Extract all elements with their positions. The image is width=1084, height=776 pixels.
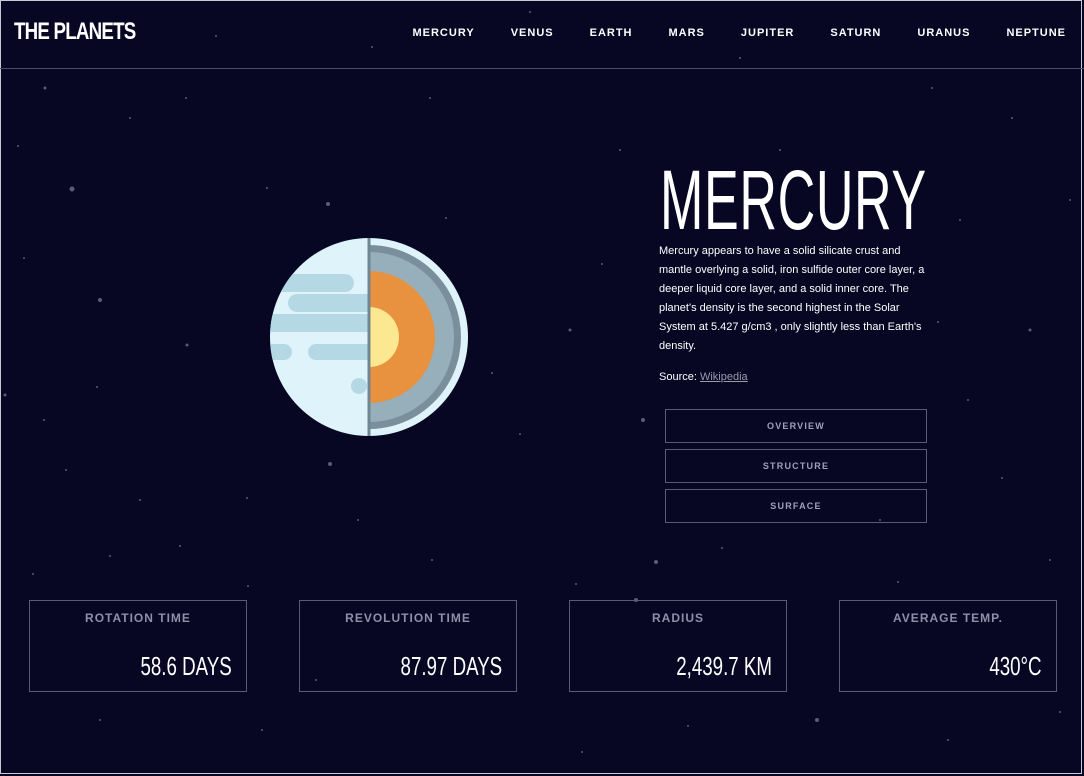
site-logo[interactable]: THE PLANETS (14, 18, 136, 46)
stat-value: 2,439.7 KM (676, 651, 772, 681)
stat-value: 430°C (989, 651, 1042, 681)
stat-value: 87.97 DAYS (400, 651, 502, 681)
wikipedia-link[interactable]: Wikipedia (700, 371, 748, 383)
tab-surface[interactable]: SURFACE (665, 489, 927, 523)
nav-item-saturn[interactable]: SATURN (830, 27, 881, 39)
site-header: THE PLANETS MERCURY VENUS EARTH MARS JUP… (0, 0, 1084, 69)
nav-item-jupiter[interactable]: JUPITER (741, 27, 794, 39)
stat-label: REVOLUTION TIME (345, 611, 471, 625)
stat-value: 58.6 DAYS (140, 651, 232, 681)
planet-description: Mercury appears to have a solid silicate… (659, 245, 925, 352)
nav-item-venus[interactable]: VENUS (511, 27, 554, 39)
source-label: Source: (659, 371, 697, 383)
stat-label: ROTATION TIME (85, 611, 191, 625)
tab-overview[interactable]: OVERVIEW (665, 409, 927, 443)
stat-card-radius: RADIUS 2,439.7 KM (569, 600, 787, 692)
stat-card-revolution: REVOLUTION TIME 87.97 DAYS (299, 600, 517, 692)
nav-item-mercury[interactable]: MERCURY (412, 27, 474, 39)
planet-title: MERCURY (660, 153, 927, 247)
stat-card-average-temp: AVERAGE TEMP. 430°C (839, 600, 1057, 692)
nav-item-earth[interactable]: EARTH (590, 27, 633, 39)
stat-label: AVERAGE TEMP. (893, 611, 1003, 625)
stat-card-rotation: ROTATION TIME 58.6 DAYS (29, 600, 247, 692)
planet-nav: MERCURY VENUS EARTH MARS JUPITER SATURN … (376, 27, 1066, 39)
nav-item-mars[interactable]: MARS (669, 27, 705, 39)
stat-label: RADIUS (651, 611, 704, 625)
nav-item-uranus[interactable]: URANUS (917, 27, 970, 39)
source-line: Source: Wikipedia (659, 371, 748, 383)
tab-structure[interactable]: STRUCTURE (665, 449, 927, 483)
planet-mercury-structure-icon (270, 238, 468, 436)
nav-item-neptune[interactable]: NEPTUNE (1006, 27, 1066, 39)
